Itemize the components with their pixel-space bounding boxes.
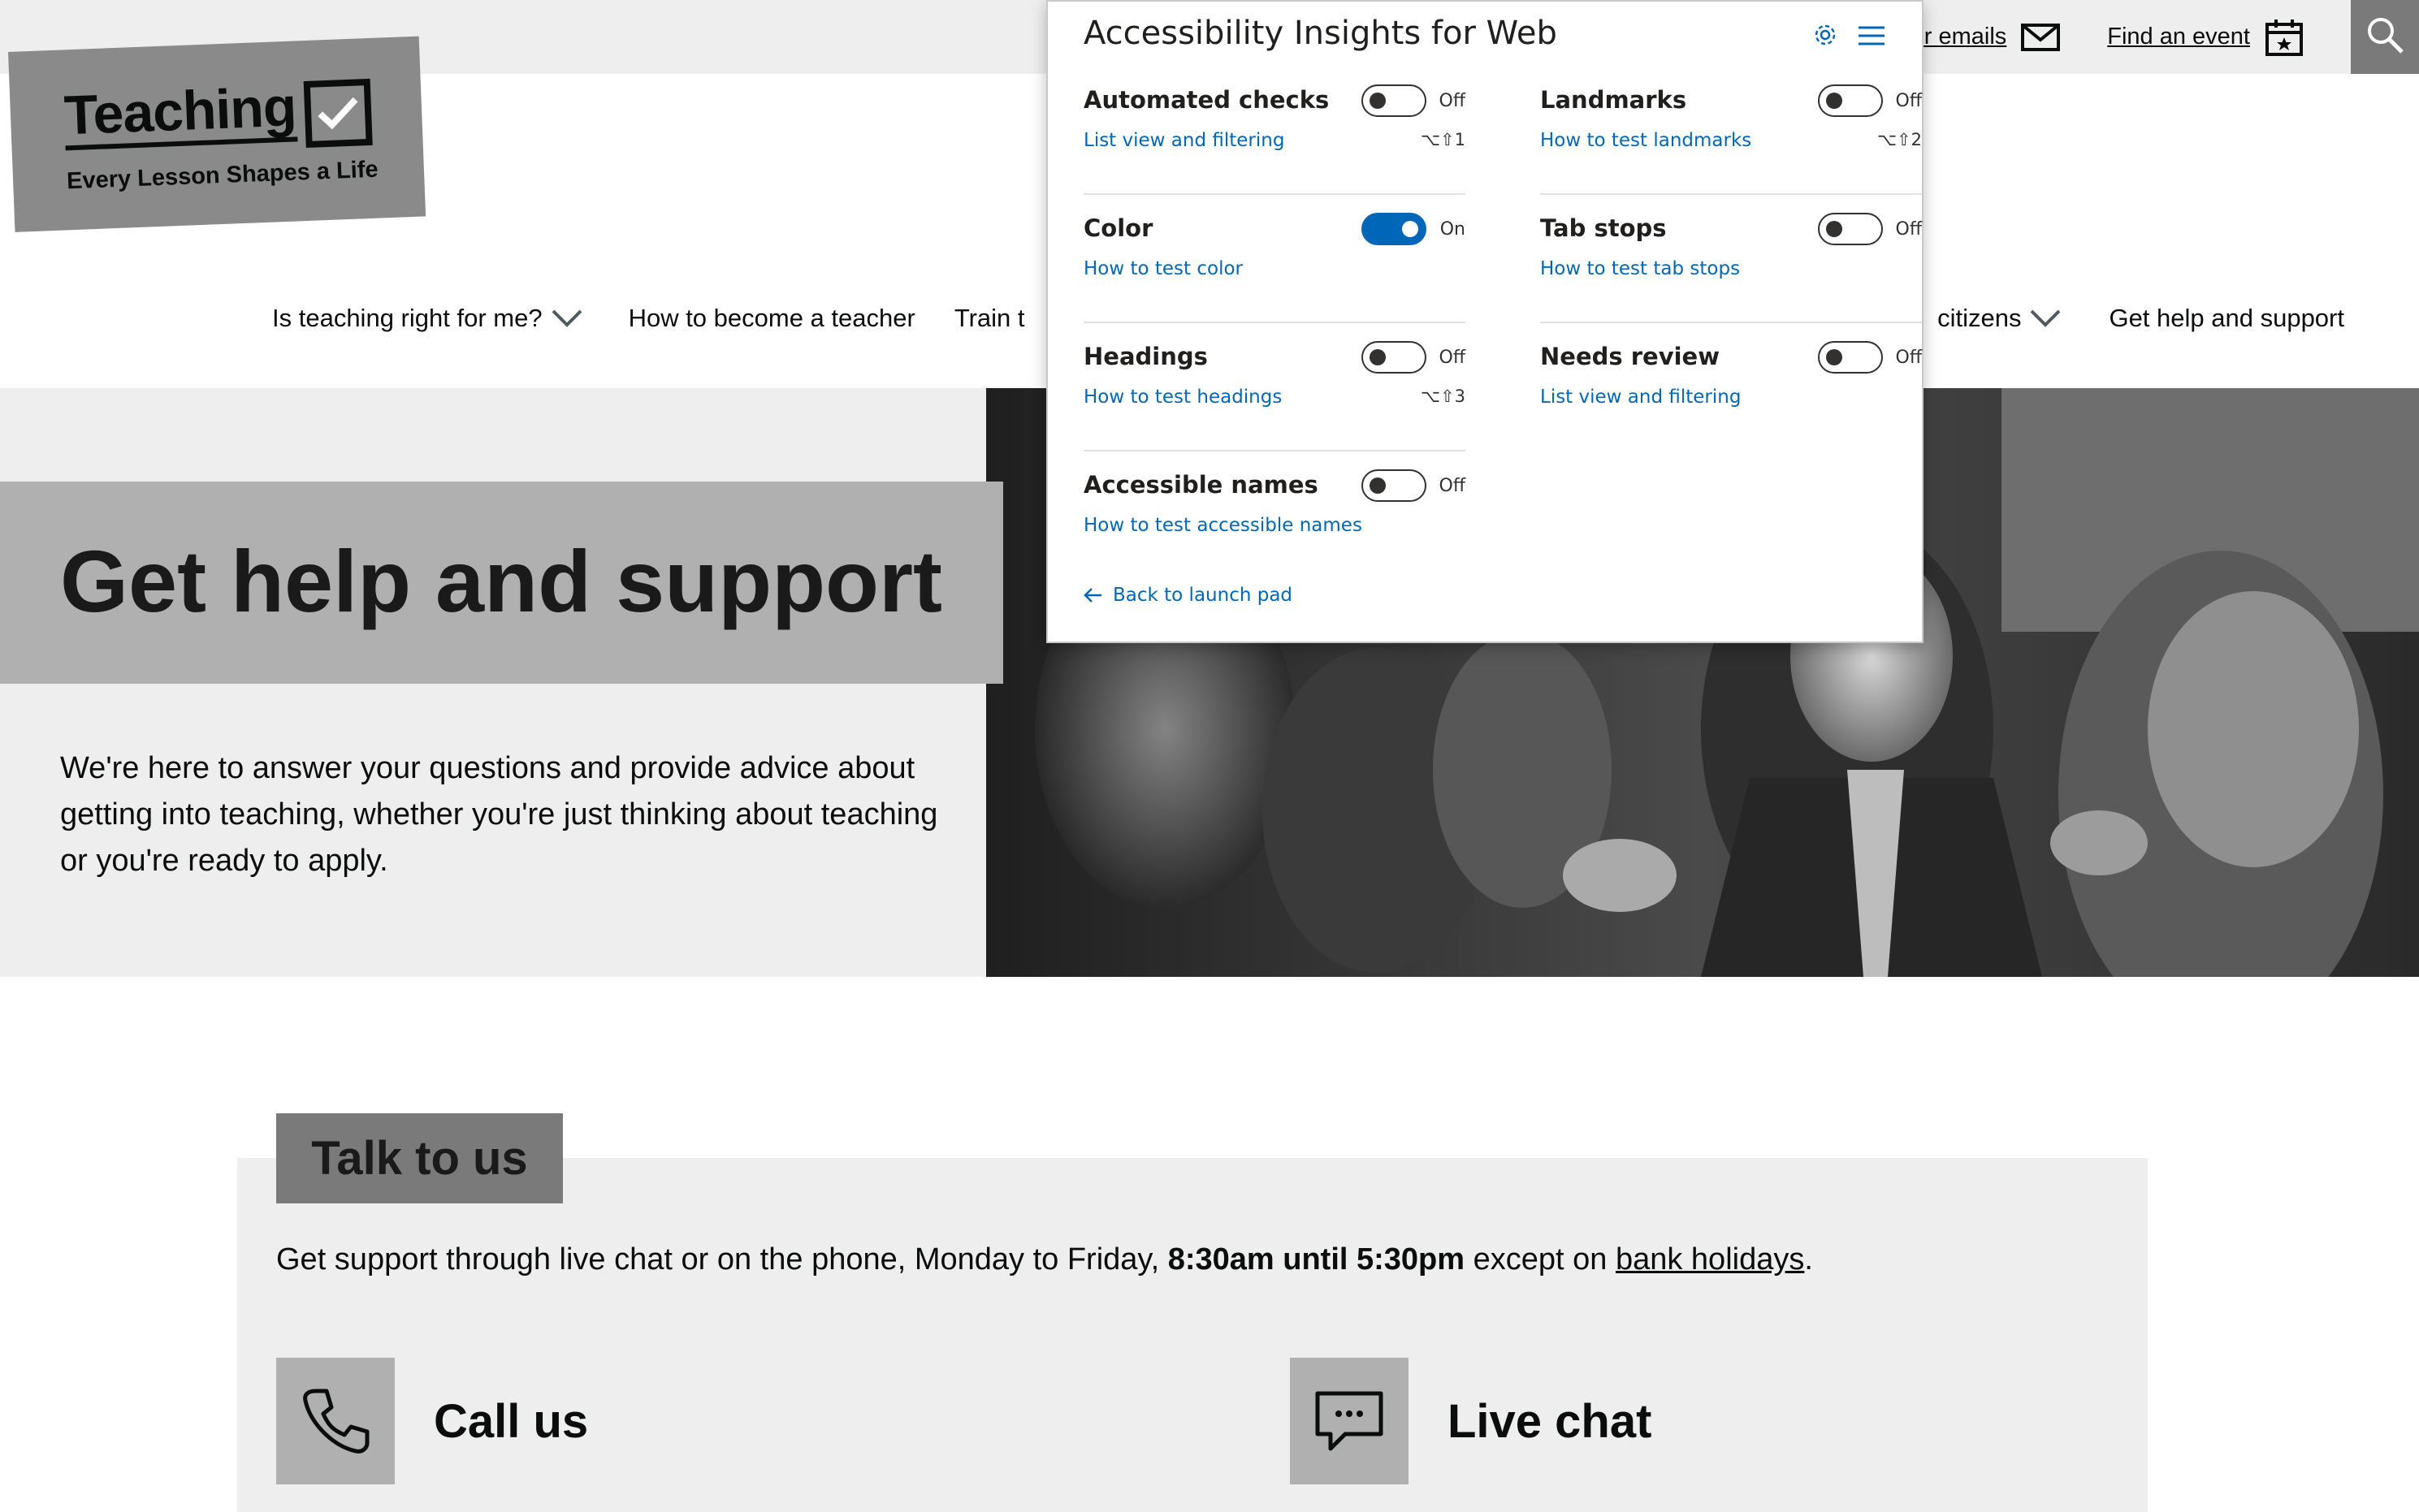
chat-icon bbox=[1290, 1358, 1409, 1484]
hero-title-box: Get help and support bbox=[0, 482, 1003, 684]
ai-link[interactable]: List view and filtering bbox=[1084, 130, 1284, 151]
ai-row-automated-checks: Automated checks List view and filtering… bbox=[1084, 67, 1465, 195]
nav-item-train[interactable]: Train t bbox=[954, 304, 1025, 333]
ai-row-needs-review: Needs review List view and filtering Off bbox=[1540, 341, 1922, 408]
calendar-icon bbox=[2265, 18, 2304, 57]
top-link-find-event[interactable]: Find an event bbox=[2107, 18, 2304, 57]
nav-item-get-help[interactable]: Get help and support bbox=[2109, 304, 2344, 333]
ai-link[interactable]: How to test accessible names bbox=[1084, 515, 1362, 536]
needs-review-toggle[interactable] bbox=[1818, 341, 1883, 374]
call-us-label: Call us bbox=[434, 1394, 589, 1448]
logo-word: Teaching bbox=[63, 76, 297, 147]
tab-stops-toggle[interactable] bbox=[1818, 213, 1883, 245]
talk-to-us-heading: Talk to us bbox=[276, 1113, 563, 1203]
live-chat-label: Live chat bbox=[1448, 1394, 1652, 1448]
call-us-option[interactable]: Call us bbox=[276, 1358, 588, 1484]
ai-link[interactable]: How to test color bbox=[1084, 258, 1243, 279]
ai-left-column: Automated checks List view and filtering… bbox=[1084, 67, 1465, 580]
top-link-emails[interactable]: for emails bbox=[1905, 23, 2061, 51]
site-logo[interactable]: Teaching Every Lesson Shapes a Life bbox=[8, 36, 426, 232]
nav-item-citizens[interactable]: citizens bbox=[1937, 304, 2062, 333]
ai-link[interactable]: List view and filtering bbox=[1540, 387, 1741, 408]
accessibility-insights-panel: Accessibility Insights for Web Automated… bbox=[1046, 0, 1924, 643]
chevron-down-icon bbox=[2029, 309, 2062, 328]
ai-row-headings: Headings How to test headings Off ⌥⇧3 bbox=[1084, 323, 1465, 451]
ai-panel-title: Accessibility Insights for Web bbox=[1084, 15, 1557, 52]
nav-item-is-teaching-right[interactable]: Is teaching right for me? bbox=[272, 304, 583, 333]
search-button[interactable] bbox=[2351, 0, 2419, 74]
ai-right-column: Landmarks How to test landmarks Off ⌥⇧2 … bbox=[1540, 67, 1922, 451]
arrow-left-icon bbox=[1084, 587, 1103, 603]
top-links: for emails Find an event bbox=[1905, 0, 2419, 74]
ai-row-landmarks: Landmarks How to test landmarks Off ⌥⇧2 bbox=[1540, 67, 1922, 195]
ai-row-accessible-names: Accessible names How to test accessible … bbox=[1084, 469, 1465, 536]
phone-icon bbox=[276, 1358, 395, 1484]
live-chat-option[interactable]: Live chat bbox=[1290, 1358, 1651, 1484]
chevron-down-icon bbox=[551, 309, 583, 328]
support-hours-text: Get support through live chat or on the … bbox=[276, 1242, 1813, 1277]
bank-holidays-link[interactable]: bank holidays bbox=[1616, 1242, 1804, 1277]
automated-checks-toggle[interactable] bbox=[1361, 84, 1426, 117]
ai-link[interactable]: How to test tab stops bbox=[1540, 258, 1740, 279]
color-toggle[interactable] bbox=[1361, 213, 1426, 245]
headings-toggle[interactable] bbox=[1361, 341, 1426, 374]
back-to-launch-pad-link[interactable]: Back to launch pad bbox=[1084, 585, 1292, 606]
main-nav-right: citizens Get help and support bbox=[1898, 304, 2344, 333]
nav-item-how-to-become[interactable]: How to become a teacher bbox=[629, 304, 915, 333]
check-icon bbox=[303, 78, 373, 149]
search-icon bbox=[2365, 15, 2404, 58]
main-nav: Is teaching right for me? How to become … bbox=[272, 304, 1025, 333]
logo-tagline: Every Lesson Shapes a Life bbox=[66, 156, 379, 195]
landmarks-toggle[interactable] bbox=[1818, 84, 1883, 117]
hamburger-menu-icon[interactable] bbox=[1857, 24, 1886, 50]
accessible-names-toggle[interactable] bbox=[1361, 469, 1426, 502]
ai-link[interactable]: How to test headings bbox=[1084, 387, 1282, 408]
gear-icon[interactable] bbox=[1811, 21, 1839, 52]
envelope-icon bbox=[2021, 23, 2061, 51]
ai-row-color: Color How to test color On bbox=[1084, 195, 1465, 323]
ai-link[interactable]: How to test landmarks bbox=[1540, 130, 1751, 151]
ai-row-tab-stops: Tab stops How to test tab stops Off bbox=[1540, 195, 1922, 323]
page-title: Get help and support bbox=[60, 532, 943, 630]
hero-intro-text: We're here to answer your questions and … bbox=[60, 751, 938, 878]
